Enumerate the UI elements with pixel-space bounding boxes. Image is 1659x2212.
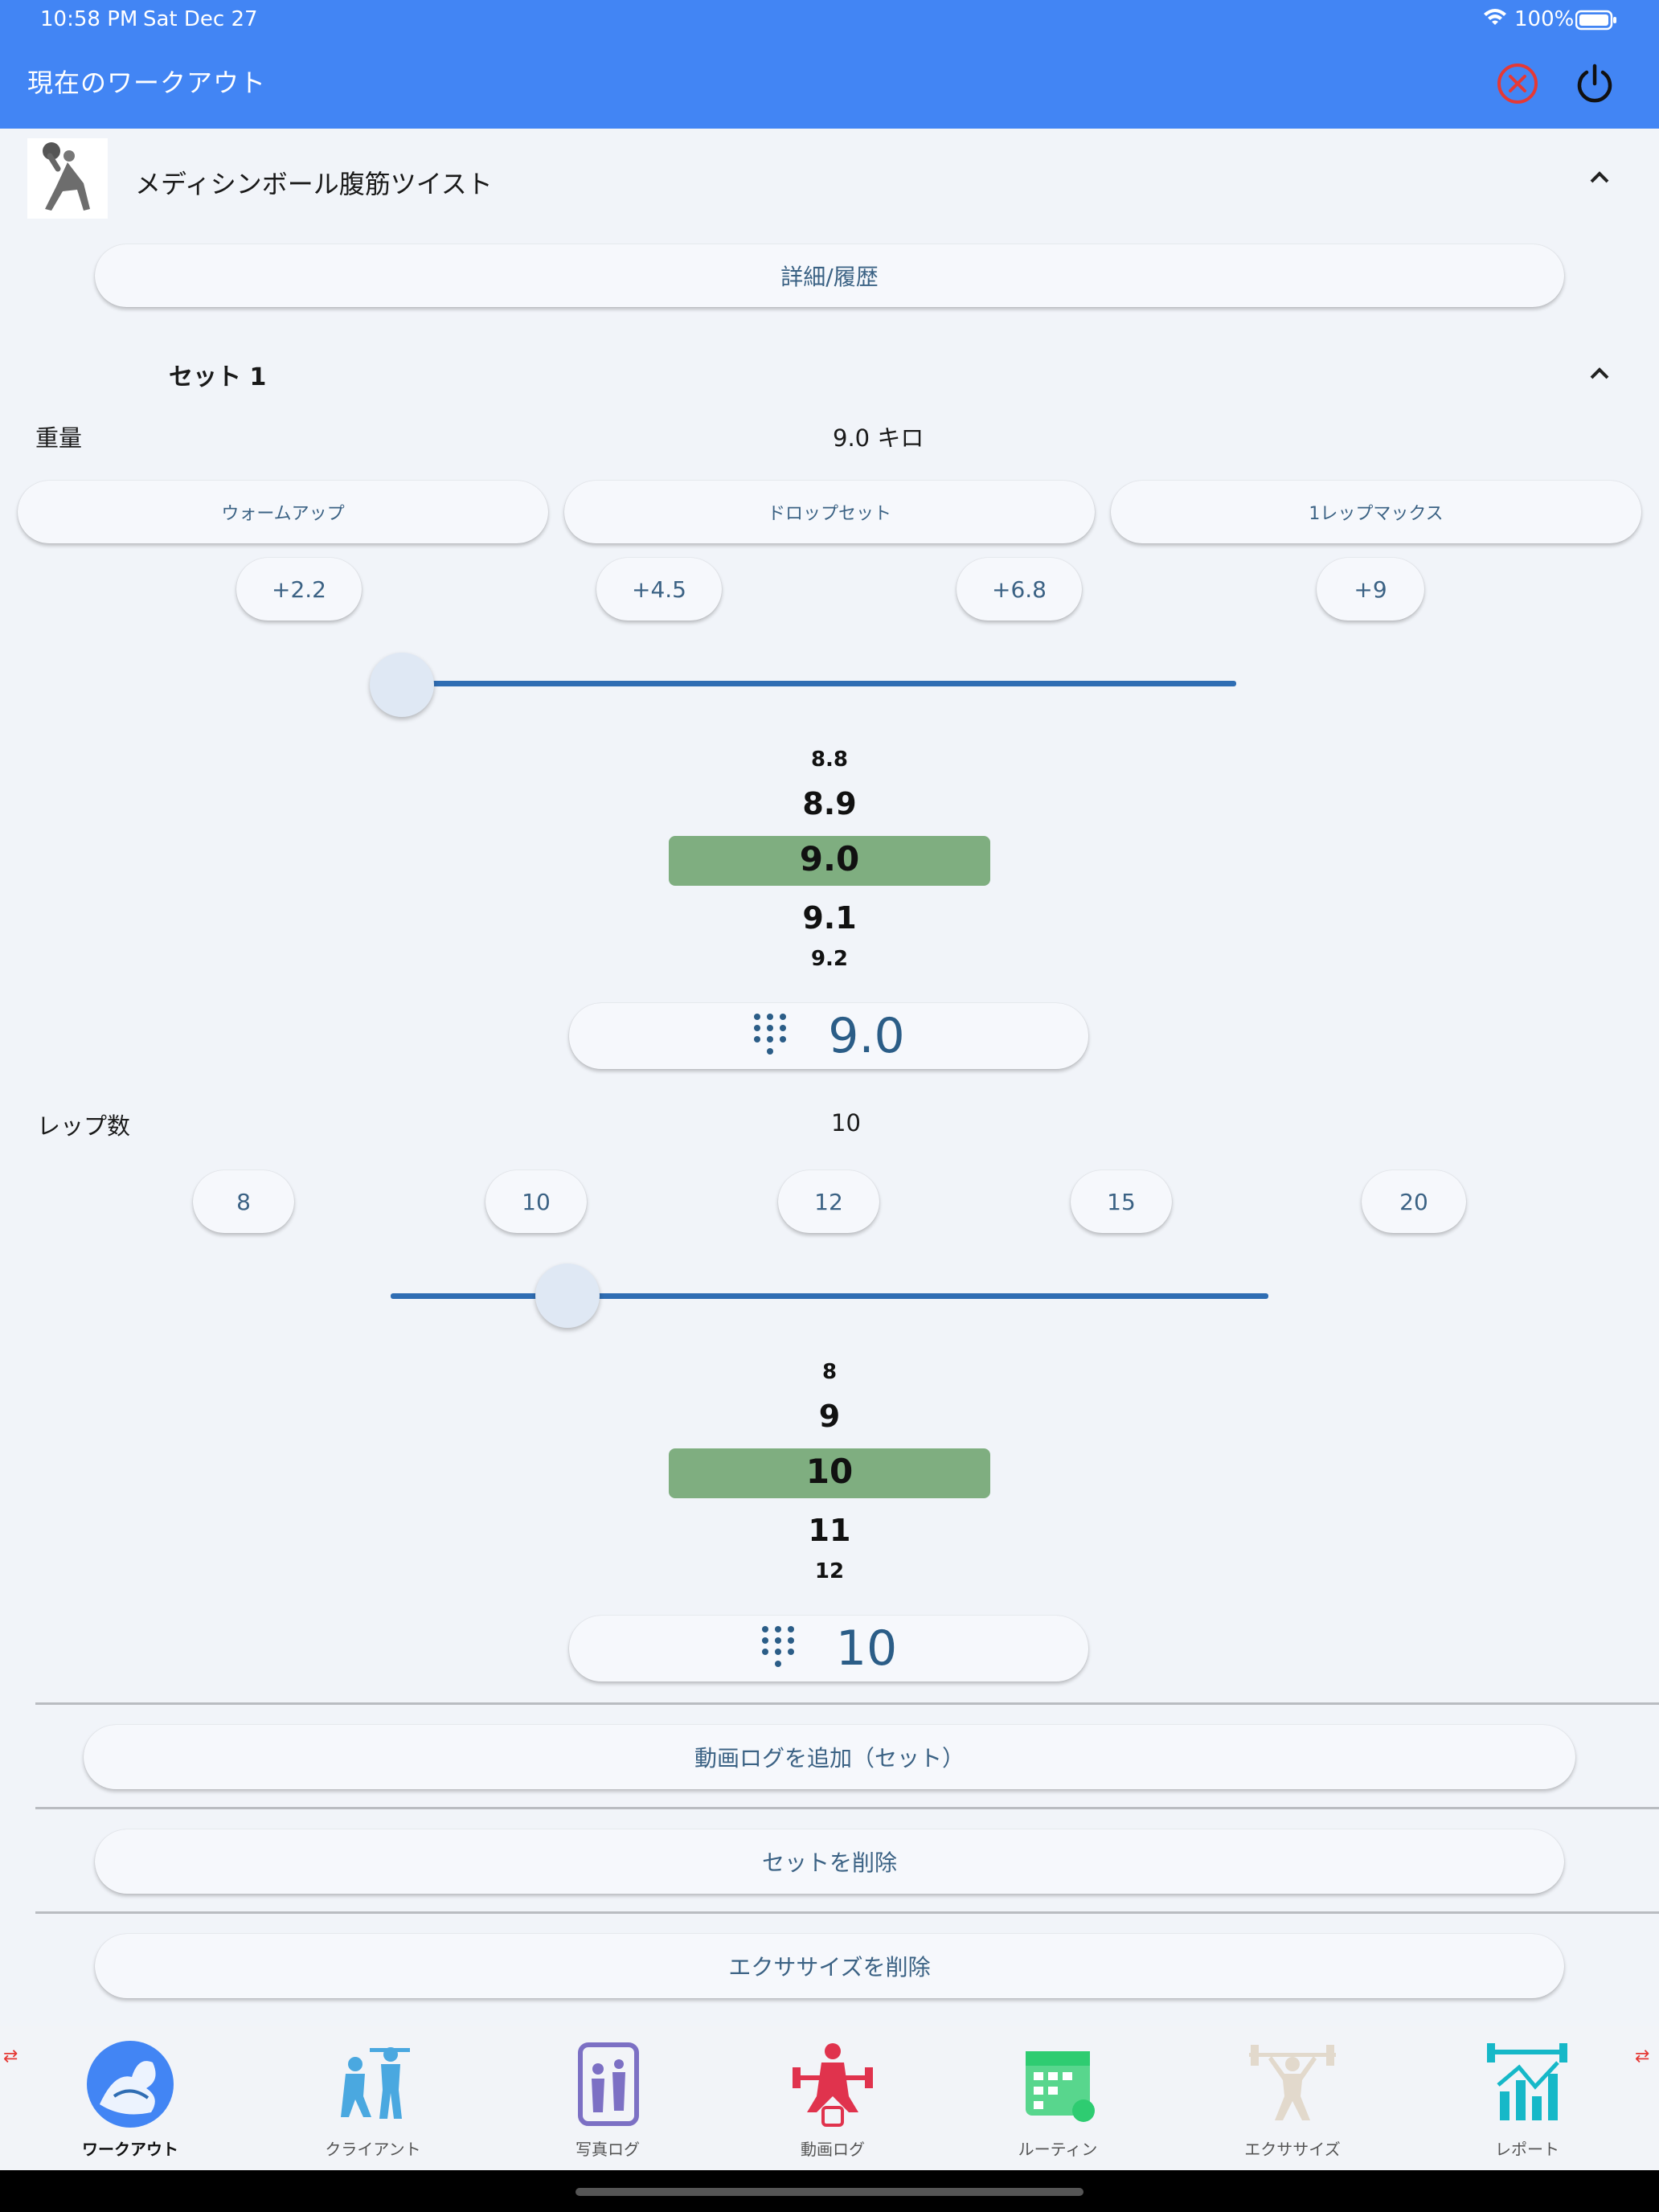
- power-icon: [1577, 63, 1612, 103]
- reps-slider-track: [391, 1293, 1268, 1299]
- weight-label: 重量: [35, 424, 83, 452]
- divider: [35, 1911, 1659, 1914]
- nav-item-routine[interactable]: ルーティン: [977, 2040, 1138, 2160]
- power-button[interactable]: [1572, 61, 1617, 106]
- reps-keypad-entry[interactable]: 10: [569, 1616, 1088, 1682]
- reps-preset-button[interactable]: 15: [1071, 1170, 1172, 1233]
- warmup-button[interactable]: ウォームアップ: [18, 481, 548, 543]
- add-video-log-button[interactable]: 動画ログを追加（セット）: [84, 1725, 1575, 1789]
- weight-keypad-entry[interactable]: 9.0: [569, 1003, 1088, 1069]
- nav-item-workout[interactable]: ワークアウト: [50, 2040, 211, 2160]
- weight-slider-thumb[interactable]: [370, 653, 434, 717]
- close-workout-button[interactable]: [1495, 61, 1540, 106]
- wheel-option[interactable]: 8: [669, 1360, 990, 1384]
- increment-button[interactable]: +2.2: [236, 558, 362, 621]
- battery-icon: [1575, 10, 1617, 36]
- nav-item-clients[interactable]: クライアント: [293, 2040, 453, 2160]
- set-title: セット 1: [169, 363, 267, 391]
- trainer-client-icon: [341, 2047, 410, 2119]
- reps-preset-button[interactable]: 20: [1362, 1170, 1466, 1233]
- increment-button[interactable]: +6.8: [956, 558, 1082, 621]
- wheel-option[interactable]: 9.1: [669, 900, 990, 936]
- reps-slider-thumb[interactable]: [535, 1264, 600, 1328]
- nav-label: エクササイズ: [1244, 2140, 1341, 2159]
- swap-arrows-icon: ⇄: [3, 2046, 18, 2067]
- status-bar: 10:58 PM Sat Dec 27 100%: [0, 0, 1659, 40]
- chart-report-icon: [1487, 2043, 1567, 2120]
- nav-item-exercise[interactable]: エクササイズ: [1212, 2040, 1373, 2160]
- nav-label: クライアント: [325, 2140, 421, 2159]
- nav-label: レポート: [1495, 2140, 1559, 2159]
- photo-log-icon: [578, 2042, 639, 2126]
- wheel-option[interactable]: 8.9: [669, 786, 990, 821]
- delete-exercise-button[interactable]: エクササイズを削除: [95, 1934, 1564, 1998]
- increment-button[interactable]: +4.5: [596, 558, 722, 621]
- battery-percent: 100%: [1514, 7, 1575, 31]
- weight-slider[interactable]: [370, 648, 1270, 720]
- wifi-icon: [1482, 6, 1508, 33]
- wheel-option-selected[interactable]: 9.0: [669, 839, 990, 879]
- wheel-option[interactable]: 8.8: [669, 748, 990, 772]
- status-date: Sat Dec 27: [143, 7, 258, 31]
- nav-label: 動画ログ: [801, 2140, 865, 2159]
- status-time: 10:58 PM: [40, 7, 138, 31]
- divider: [35, 1807, 1659, 1809]
- nav-item-video-log[interactable]: 動画ログ: [752, 2040, 913, 2160]
- exercise-header[interactable]: メディシンボール腹筋ツイスト: [0, 129, 1659, 225]
- increment-button[interactable]: +9: [1317, 558, 1424, 621]
- nav-label: 写真ログ: [576, 2140, 640, 2159]
- home-indicator-area: [0, 2170, 1659, 2212]
- exercise-thumbnail: [27, 138, 108, 219]
- divider: [35, 1702, 1659, 1705]
- delete-set-button[interactable]: セットを削除: [95, 1829, 1564, 1894]
- video-log-icon: [793, 2043, 873, 2127]
- nav-label: ルーティン: [1018, 2140, 1098, 2159]
- page-title: 現在のワークアウト: [27, 68, 267, 98]
- chevron-up-icon[interactable]: [1583, 161, 1616, 196]
- reps-preset-button[interactable]: 8: [193, 1170, 294, 1233]
- nav-item-photo-log[interactable]: 写真ログ: [527, 2040, 688, 2160]
- reps-preset-button[interactable]: 12: [778, 1170, 879, 1233]
- muscle-arm-icon: [87, 2041, 174, 2128]
- calendar-routine-icon: [1026, 2051, 1095, 2122]
- wheel-option[interactable]: 9.2: [669, 947, 990, 971]
- dropset-button[interactable]: ドロップセット: [564, 481, 1095, 543]
- keypad-icon: [752, 1012, 788, 1060]
- weightlifter-icon: [1249, 2045, 1336, 2120]
- app-bar: 現在のワークアウト: [0, 40, 1659, 129]
- reps-preset-button[interactable]: 10: [485, 1170, 587, 1233]
- wheel-option[interactable]: 9: [669, 1399, 990, 1434]
- weight-value: 9.0 キロ: [833, 424, 924, 452]
- reps-slider[interactable]: [391, 1260, 1270, 1333]
- nav-item-report[interactable]: レポート: [1447, 2040, 1608, 2160]
- weight-slider-track: [402, 681, 1236, 686]
- one-rep-max-button[interactable]: 1レップマックス: [1111, 481, 1641, 543]
- reps-value: 10: [831, 1109, 861, 1137]
- swap-arrows-icon: ⇄: [1635, 2046, 1650, 2067]
- weight-entry-value: 9.0: [828, 1008, 905, 1064]
- home-indicator: [576, 2188, 1083, 2196]
- wheel-option[interactable]: 12: [669, 1559, 990, 1579]
- close-circle-icon: [1497, 63, 1538, 104]
- reps-entry-value: 10: [835, 1620, 898, 1677]
- wheel-option[interactable]: 11: [669, 1513, 990, 1548]
- keypad-icon: [760, 1624, 796, 1673]
- set-collapse-chevron-icon[interactable]: [1583, 357, 1616, 392]
- details-history-button[interactable]: 詳細/履歴: [95, 244, 1564, 307]
- nav-label: ワークアウト: [82, 2140, 178, 2159]
- wheel-option-selected[interactable]: 10: [669, 1452, 990, 1491]
- exercise-name: メディシンボール腹筋ツイスト: [135, 169, 493, 199]
- reps-label: レップ数: [37, 1112, 131, 1140]
